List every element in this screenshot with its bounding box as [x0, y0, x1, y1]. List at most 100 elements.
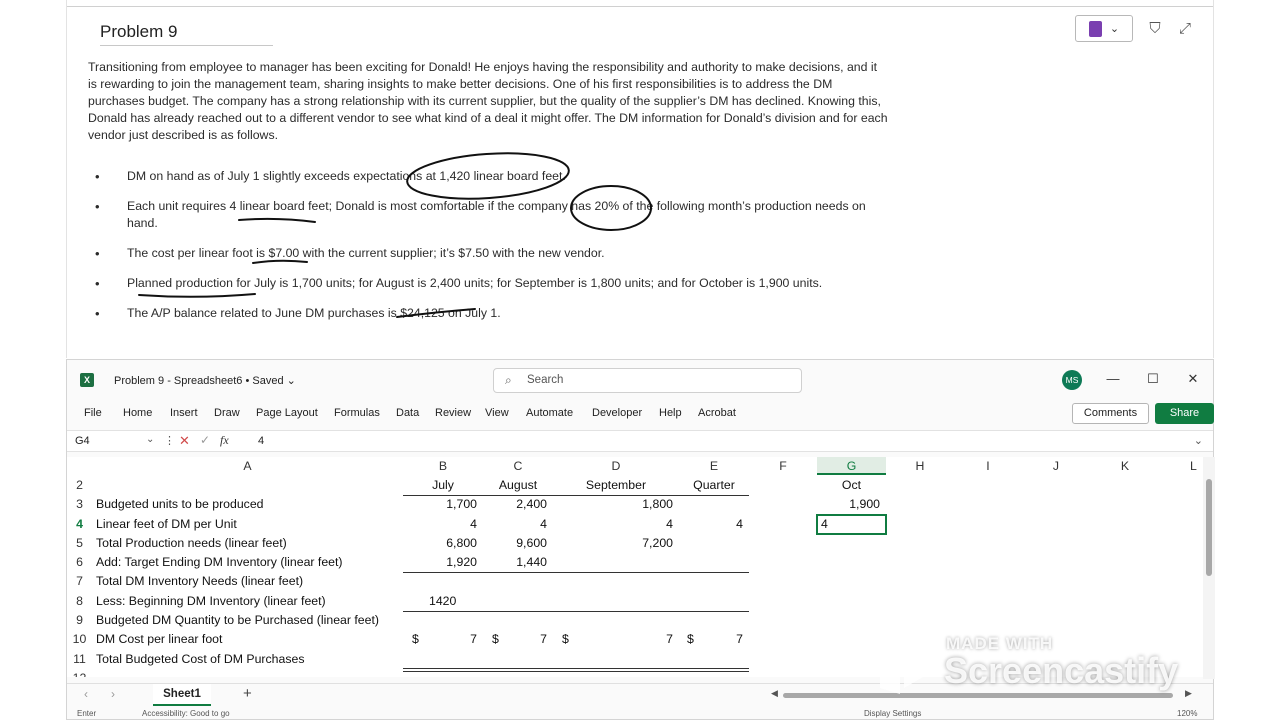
cell-value[interactable]: 7 — [553, 630, 679, 649]
row-header[interactable]: 11 — [67, 650, 92, 669]
cell-value[interactable]: 7 — [483, 630, 553, 649]
column-header[interactable]: K — [1090, 457, 1160, 475]
column-header[interactable]: F — [749, 457, 817, 475]
cell-value[interactable]: 1,700 — [403, 495, 483, 514]
cell-header-oct[interactable]: Oct — [817, 476, 886, 495]
confirm-icon[interactable]: ✓ — [200, 433, 210, 447]
row-header[interactable]: 8 — [67, 592, 92, 611]
cell-value[interactable]: 9,600 — [483, 534, 553, 553]
menu-data[interactable]: Data — [396, 407, 419, 419]
menu-automate[interactable]: Automate — [526, 407, 573, 419]
menu-file[interactable]: File — [84, 407, 102, 419]
menu-developer[interactable]: Developer — [592, 407, 642, 419]
row-header[interactable]: 5 — [67, 534, 92, 553]
column-header[interactable]: J — [1022, 457, 1090, 475]
add-sheet-icon[interactable]: + — [243, 685, 252, 702]
menu-acrobat[interactable]: Acrobat — [698, 407, 736, 419]
selected-cell[interactable] — [816, 514, 887, 535]
column-header[interactable]: E — [679, 457, 749, 475]
cell-label[interactable]: DM Cost per linear foot — [96, 630, 222, 649]
cell-header-quarter[interactable]: Quarter — [679, 476, 749, 495]
row-header[interactable]: 2 — [67, 476, 92, 495]
display-settings[interactable]: Display Settings — [864, 709, 921, 718]
menu-insert[interactable]: Insert — [170, 407, 198, 419]
row-header[interactable]: 12 — [67, 669, 92, 677]
cell-label[interactable]: Budgeted DM Quantity to be Purchased (li… — [96, 611, 379, 630]
accessibility-status[interactable]: Accessibility: Good to go — [142, 709, 230, 718]
menu-page-layout[interactable]: Page Layout — [256, 407, 318, 419]
search-input[interactable]: ⌕ Search — [493, 368, 802, 393]
column-header[interactable]: A — [92, 457, 403, 475]
menu-home[interactable]: Home — [123, 407, 152, 419]
cell-value[interactable]: 4 — [553, 515, 679, 534]
menu-help[interactable]: Help — [659, 407, 682, 419]
column-header[interactable]: L — [1160, 457, 1204, 475]
maximize-icon[interactable]: ☐ — [1143, 371, 1163, 387]
cell-value[interactable]: 1,920 — [403, 553, 483, 572]
column-header[interactable]: H — [886, 457, 954, 475]
zoom-level[interactable]: 120% — [1177, 709, 1197, 718]
scrollbar-thumb[interactable] — [1206, 479, 1212, 576]
row-header[interactable]: 10 — [67, 630, 92, 649]
search-placeholder: Search — [527, 374, 564, 386]
menu-draw[interactable]: Draw — [214, 407, 240, 419]
cell-value[interactable]: 6,800 — [403, 534, 483, 553]
cell-value[interactable]: 1420 — [429, 592, 456, 611]
minimize-icon[interactable]: — — [1103, 371, 1123, 386]
menu-review[interactable]: Review — [435, 407, 471, 419]
cell-label[interactable]: Total DM Inventory Needs (linear feet) — [96, 572, 303, 591]
column-header[interactable]: D — [553, 457, 679, 475]
cell-header-august[interactable]: August — [483, 476, 553, 495]
cell-value[interactable]: 1,440 — [483, 553, 553, 572]
cell-label[interactable]: Total Budgeted Cost of DM Purchases — [96, 650, 304, 669]
avatar[interactable]: MS — [1062, 370, 1082, 390]
row-header[interactable]: 7 — [67, 572, 92, 591]
cell-label[interactable]: Total Production needs (linear feet) — [96, 534, 287, 553]
comments-button[interactable]: Comments — [1072, 403, 1149, 424]
next-sheet-icon[interactable]: › — [111, 687, 115, 701]
more-options-icon[interactable]: ⋮ — [164, 434, 175, 447]
cell-label[interactable]: Add: Target Ending DM Inventory (linear … — [96, 553, 343, 572]
cell-header-september[interactable]: September — [553, 476, 679, 495]
prev-sheet-icon[interactable]: ‹ — [84, 687, 88, 701]
name-box[interactable]: G4 — [75, 435, 90, 447]
row-header[interactable]: 3 — [67, 495, 92, 514]
chevron-down-icon[interactable]: ⌄ — [146, 434, 154, 445]
workbook-name[interactable]: Problem 9 - Spreadsheet6 • Saved ⌄ — [114, 374, 296, 387]
cell-header-july[interactable]: July — [403, 476, 483, 495]
cell-value[interactable]: 7 — [403, 630, 483, 649]
cancel-icon[interactable]: ✕ — [179, 433, 190, 449]
cell-border — [403, 572, 749, 573]
cell-value[interactable]: 4 — [679, 515, 749, 534]
column-header[interactable]: C — [483, 457, 553, 475]
insert-function-icon[interactable]: fx — [220, 433, 229, 448]
column-header-active[interactable]: G — [817, 457, 886, 475]
row-header-active[interactable]: 4 — [67, 515, 92, 534]
cell-value[interactable]: 4 — [403, 515, 483, 534]
vertical-scrollbar[interactable] — [1203, 457, 1215, 679]
cell-value[interactable]: 7,200 — [553, 534, 679, 553]
cell-label[interactable]: Budgeted units to be produced — [96, 495, 264, 514]
formula-input[interactable]: 4 — [258, 435, 264, 447]
cell-value[interactable]: 1,900 — [817, 495, 886, 514]
close-icon[interactable]: ✕ — [1183, 371, 1203, 387]
cell-value[interactable]: 7 — [679, 630, 749, 649]
row-header[interactable]: 9 — [67, 611, 92, 630]
column-header[interactable]: B — [403, 457, 483, 475]
menu-formulas[interactable]: Formulas — [334, 407, 380, 419]
expand-formula-icon[interactable]: ⌄ — [1194, 434, 1203, 447]
sheet-tab[interactable]: Sheet1 — [153, 684, 211, 706]
row-header[interactable]: 6 — [67, 553, 92, 572]
column-header[interactable]: I — [954, 457, 1022, 475]
cell-label[interactable]: Linear feet of DM per Unit — [96, 515, 237, 534]
filter-icon[interactable]: ⛉ — [1147, 20, 1163, 37]
cell-value[interactable]: 2,400 — [483, 495, 553, 514]
menu-view[interactable]: View — [485, 407, 509, 419]
cell-value[interactable]: 1,800 — [553, 495, 679, 514]
notebook-dropdown[interactable]: ⌄ — [1075, 15, 1133, 42]
expand-icon[interactable]: ⤢ — [1177, 20, 1193, 37]
cell-value[interactable]: 4 — [483, 515, 553, 534]
share-button[interactable]: Share — [1155, 403, 1214, 424]
cell-label[interactable]: Less: Beginning DM Inventory (linear fee… — [96, 592, 326, 611]
scroll-left-icon[interactable]: ◀ — [771, 688, 778, 699]
